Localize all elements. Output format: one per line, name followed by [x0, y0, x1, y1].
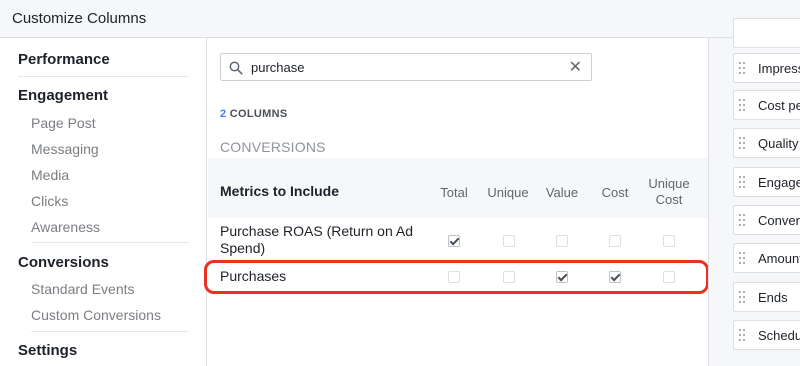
- selected-column-item[interactable]: Amount: [733, 243, 800, 273]
- sidebar-section-performance[interactable]: Performance: [18, 51, 189, 77]
- selected-column-label: Quality: [758, 136, 799, 151]
- selected-columns-panel: Impress Cost pe Quality Engage Conver Am…: [708, 18, 800, 366]
- sidebar-item-custom-conversions[interactable]: Custom Conversions: [31, 307, 189, 332]
- results-count: 2 COLUMNS: [220, 108, 288, 120]
- selected-column-item[interactable]: Schedu: [733, 320, 800, 350]
- customize-columns-dialog: Customize Columns Performance Engagement…: [0, 0, 800, 366]
- checkbox-cost[interactable]: [609, 235, 621, 247]
- dialog-title: Customize Columns: [12, 10, 147, 27]
- column-header-unique-cost: Unique Cost: [648, 176, 690, 207]
- column-header-value: Value: [545, 185, 579, 200]
- results-count-label: COLUMNS: [229, 108, 288, 120]
- sidebar-item-awareness[interactable]: Awareness: [31, 219, 189, 243]
- column-header-unique: Unique: [487, 185, 529, 200]
- drag-handle-icon[interactable]: [739, 214, 747, 228]
- drag-handle-icon[interactable]: [739, 329, 747, 343]
- sidebar-section-settings[interactable]: Settings: [18, 342, 189, 359]
- drag-handle-icon[interactable]: [739, 62, 747, 76]
- selected-column-label: Ends: [758, 290, 788, 305]
- sidebar-item-page-post[interactable]: Page Post: [31, 115, 96, 131]
- sidebar-item-standard-events[interactable]: Standard Events: [31, 281, 135, 297]
- checkbox-value[interactable]: [556, 235, 568, 247]
- drag-handle-icon[interactable]: [739, 252, 747, 266]
- selected-column-label: Impress: [758, 61, 800, 76]
- metrics-header: Metrics to Include: [220, 183, 340, 199]
- selected-column-label: Schedu: [758, 328, 800, 343]
- selected-column-item[interactable]: Conver: [733, 205, 800, 235]
- search-icon: [229, 61, 243, 75]
- column-header-total: Total: [440, 185, 468, 200]
- table-row: Purchase ROAS (Return on Ad Spend): [208, 218, 708, 260]
- selected-column-item[interactable]: Ends: [733, 282, 800, 312]
- sidebar-item-clicks[interactable]: Clicks: [31, 193, 68, 209]
- search-input[interactable]: purchase ✕: [220, 53, 592, 81]
- selected-column-item[interactable]: Quality: [733, 128, 800, 158]
- selected-column-label: Conver: [758, 213, 800, 228]
- selected-column-item[interactable]: Cost pe: [733, 90, 800, 120]
- column-header-cost: Cost: [601, 185, 629, 200]
- clear-search-icon[interactable]: ✕: [569, 57, 582, 77]
- selected-column-item[interactable]: Engage: [733, 167, 800, 197]
- drag-handle-icon[interactable]: [739, 137, 747, 151]
- sidebar-section-conversions[interactable]: Conversions: [18, 254, 189, 271]
- sidebar-item-media[interactable]: Media: [31, 167, 69, 183]
- sidebar-section-engagement[interactable]: Engagement: [18, 87, 189, 104]
- selected-column-label: Cost pe: [758, 98, 800, 113]
- column-picker: purchase ✕ 2 COLUMNS CONVERSIONS Metrics…: [204, 38, 709, 366]
- drag-handle-icon[interactable]: [739, 291, 747, 305]
- checkbox-unique-cost[interactable]: [663, 235, 675, 247]
- group-title: CONVERSIONS: [220, 139, 326, 155]
- results-count-number: 2: [220, 108, 227, 120]
- table-header: Metrics to Include Total Unique Value Co…: [208, 158, 708, 218]
- metric-name: Purchase ROAS (Return on Ad Spend): [220, 223, 413, 256]
- selected-column-label: Amount: [758, 251, 800, 266]
- selected-column-label: Engage: [758, 175, 800, 190]
- highlight-annotation: [204, 260, 709, 294]
- selected-column-item[interactable]: [733, 18, 800, 48]
- checkbox-total[interactable]: [448, 235, 460, 247]
- selected-column-item[interactable]: Impress: [733, 53, 800, 83]
- search-value[interactable]: purchase: [251, 60, 304, 75]
- category-sidebar: Performance Engagement Page Post Messagi…: [0, 38, 207, 366]
- drag-handle-icon[interactable]: [739, 176, 747, 190]
- checkbox-unique[interactable]: [503, 235, 515, 247]
- dialog-header: Customize Columns: [0, 0, 800, 38]
- drag-handle-icon[interactable]: [739, 99, 747, 113]
- sidebar-item-messaging[interactable]: Messaging: [31, 141, 99, 157]
